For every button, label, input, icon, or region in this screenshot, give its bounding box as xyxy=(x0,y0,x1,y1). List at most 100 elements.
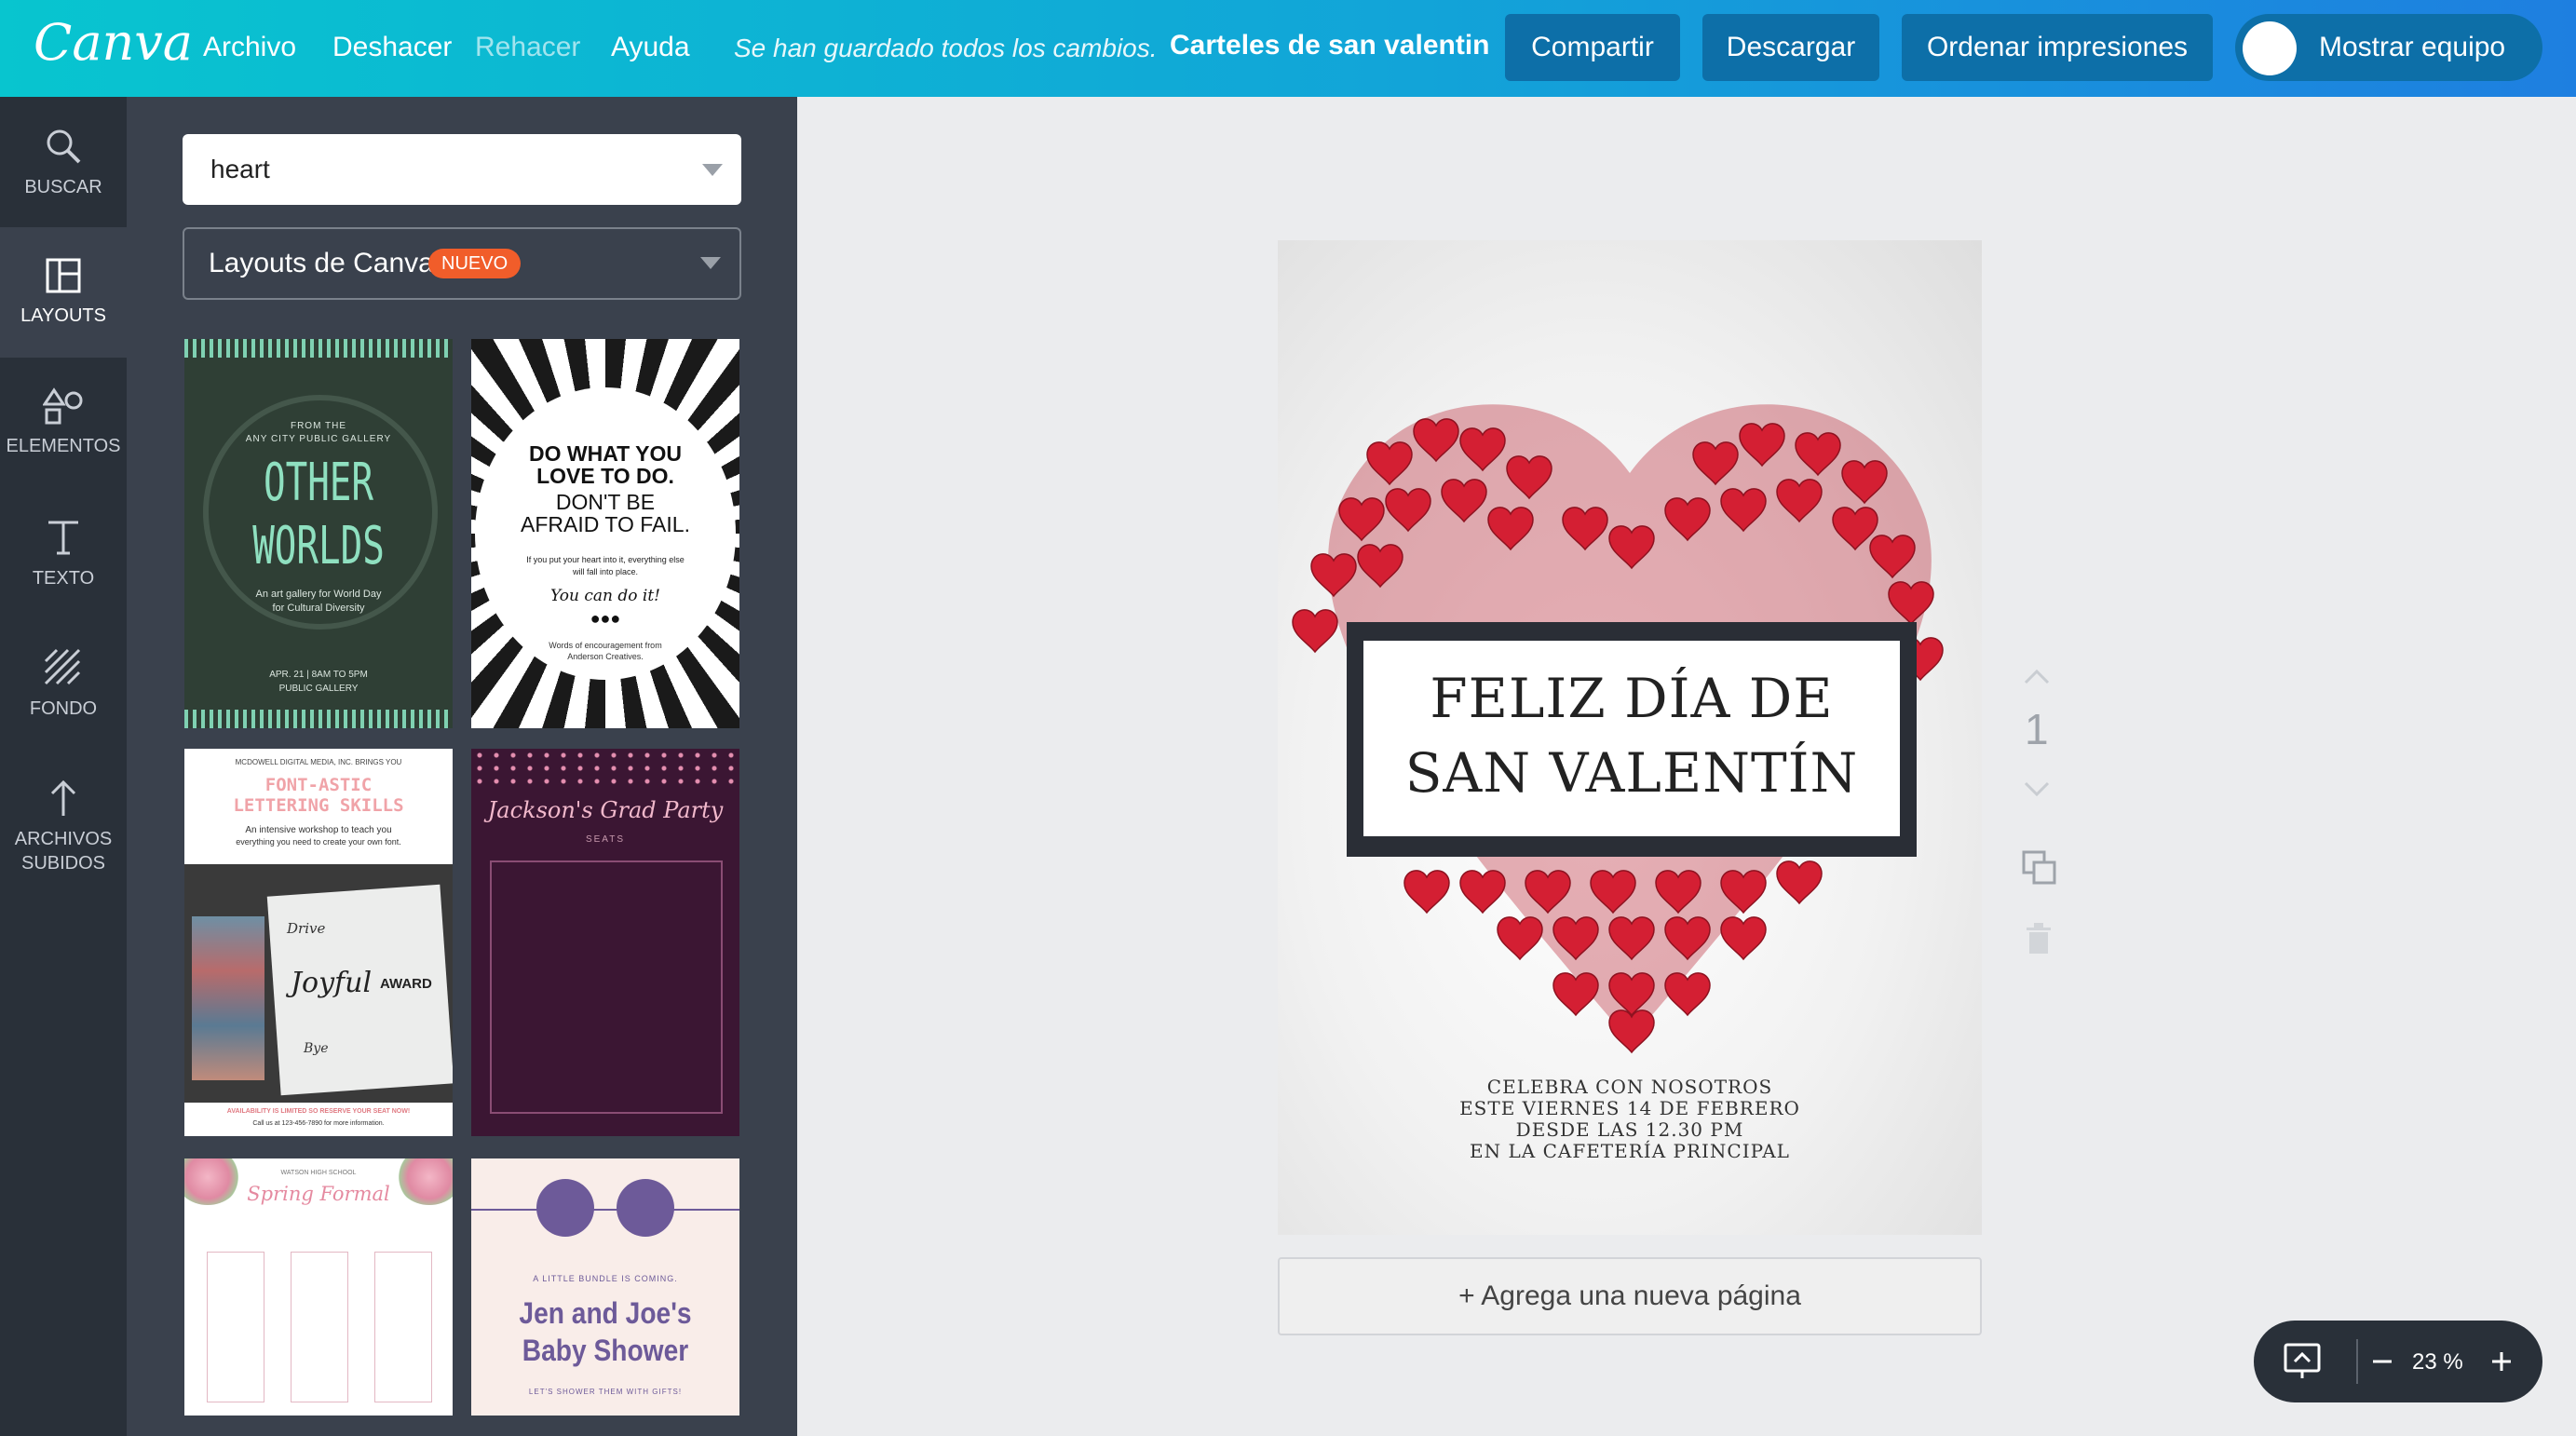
event-details[interactable]: CELEBRA CON NOSOTROS ESTE VIERNES 14 DE … xyxy=(1278,1077,1982,1162)
menu-rehacer[interactable]: Rehacer xyxy=(475,32,580,63)
template-title-4: AFRAID TO FAIL. xyxy=(521,512,690,536)
template-top: WATSON HIGH SCHOOL xyxy=(280,1170,357,1176)
details-line: CELEBRA CON NOSOTROS xyxy=(1486,1076,1773,1098)
template-title-2: LOVE TO DO. xyxy=(536,464,674,488)
trash-icon[interactable] xyxy=(2025,922,2053,955)
confetti-dots xyxy=(471,749,739,786)
template-script: You can do it! xyxy=(550,587,660,605)
sidebar-item-archivos-subidos[interactable]: ARCHIVOS SUBIDOS xyxy=(0,749,127,898)
template-sub-1: An art gallery for World Day xyxy=(255,589,382,600)
details-line: ESTE VIERNES 14 DE FEBRERO xyxy=(1459,1097,1800,1119)
zoom-level: 23 % xyxy=(2412,1349,2463,1375)
title-text-box[interactable]: FELIZ DÍA DE SAN VALENTÍN xyxy=(1347,622,1917,857)
template-sub-2: for Cultural Diversity xyxy=(272,603,365,614)
template-title-1: OTHER xyxy=(263,453,373,513)
template-spring-formal[interactable]: WATSON HIGH SCHOOL Spring Formal xyxy=(184,1158,453,1416)
avatar xyxy=(2243,21,2297,75)
template-top: A LITTLE BUNDLE IS COMING. xyxy=(533,1274,678,1283)
template-top: FROM THE xyxy=(290,421,347,431)
template-other-worlds[interactable]: FROM THE ANY CITY PUBLIC GALLERY OTHER W… xyxy=(184,339,453,728)
sidebar-item-texto[interactable]: TEXTO xyxy=(0,488,127,618)
template-top-2: ANY CITY PUBLIC GALLERY xyxy=(245,434,392,444)
canva-logo[interactable]: Canva xyxy=(34,13,193,72)
lettering-word: Joyful xyxy=(291,967,373,999)
template-foot-2: Anderson Creatives. xyxy=(567,652,644,661)
search-value: heart xyxy=(210,155,270,183)
search-input[interactable]: heart xyxy=(183,134,741,205)
template-title: Jackson's Grad Party xyxy=(487,797,724,823)
layout-source-select[interactable]: Layouts de Canva NUEVO xyxy=(183,227,741,300)
seating-grid xyxy=(490,860,723,1114)
show-team-label: Mostrar equipo xyxy=(2319,32,2506,62)
template-title-1: DO WHAT YOU xyxy=(529,441,682,466)
baby-face-icon xyxy=(617,1179,674,1237)
text-icon xyxy=(48,521,78,555)
show-team-button[interactable]: Mostrar equipo xyxy=(2235,14,2542,81)
template-foot: LET'S SHOWER THEM WITH GIFTS! xyxy=(528,1388,683,1396)
elements-icon xyxy=(43,387,83,425)
template-sub-2: will fall into place. xyxy=(572,567,639,576)
new-badge: NUEVO xyxy=(428,249,522,278)
menu-archivo[interactable]: Archivo xyxy=(203,32,296,63)
saved-status: Se han guardado todos los cambios. xyxy=(734,34,1158,62)
template-sub-1: An intensive workshop to teach you xyxy=(245,825,392,835)
divider xyxy=(471,1209,739,1211)
sidebar-label: LAYOUTS xyxy=(20,305,106,326)
lettering-word: AWARD xyxy=(380,976,432,992)
dots-icon: ●●● xyxy=(590,609,621,628)
sidebar-label: SUBIDOS xyxy=(20,853,106,874)
layouts-icon xyxy=(46,258,81,293)
title-text-inner: FELIZ DÍA DE SAN VALENTÍN xyxy=(1363,641,1900,836)
canvas-title-line-2[interactable]: SAN VALENTÍN xyxy=(1363,741,1900,805)
table-card xyxy=(374,1252,432,1402)
chevron-down-icon[interactable] xyxy=(702,164,723,176)
details-line: DESDE LAS 12.30 PM xyxy=(1515,1118,1744,1141)
template-baby-shower[interactable]: A LITTLE BUNDLE IS COMING. Jen and Joe's… xyxy=(471,1158,739,1416)
template-fontastic[interactable]: MCDOWELL DIGITAL MEDIA, INC. BRINGS YOU … xyxy=(184,749,453,1136)
table-card xyxy=(291,1252,348,1402)
template-grad-party[interactable]: Jackson's Grad Party SEATS xyxy=(471,749,739,1136)
lettering-word: Drive xyxy=(287,920,326,937)
template-top: MCDOWELL DIGITAL MEDIA, INC. BRINGS YOU xyxy=(235,758,402,766)
canvas-title-line-1[interactable]: FELIZ DÍA DE xyxy=(1363,667,1900,730)
workshop-photo: Drive Joyful AWARD Bye xyxy=(184,864,453,1103)
download-button[interactable]: Descargar xyxy=(1702,14,1879,81)
template-title-1: Jen and Joe's xyxy=(519,1296,692,1330)
zoom-in-icon[interactable] xyxy=(2488,1348,2515,1375)
template-foot-2: Call us at 123-456-7890 for more informa… xyxy=(252,1120,385,1127)
sidebar-label: ELEMENTOS xyxy=(6,436,121,456)
sidebar-label: FONDO xyxy=(29,698,98,719)
order-prints-button[interactable]: Ordenar impresiones xyxy=(1902,14,2213,81)
menu-deshacer[interactable]: Deshacer xyxy=(332,32,452,63)
menu-ayuda[interactable]: Ayuda xyxy=(611,32,690,63)
document-title[interactable]: Carteles de san valentin xyxy=(1170,30,1489,61)
chevron-down-icon[interactable] xyxy=(2023,780,2051,799)
template-do-what-you-love[interactable]: DO WHAT YOU LOVE TO DO. DON'T BE AFRAID … xyxy=(471,339,739,728)
sidebar-label: BUSCAR xyxy=(24,177,102,197)
layout-source-label: Layouts de Canva xyxy=(209,248,434,278)
sidebar-item-elementos[interactable]: ELEMENTOS xyxy=(0,358,127,488)
lettering-word: Bye xyxy=(304,1041,329,1056)
share-button[interactable]: Compartir xyxy=(1505,14,1680,81)
onesie-icon xyxy=(536,1179,594,1237)
copy-page-icon[interactable] xyxy=(2021,849,2058,887)
page-number: 1 xyxy=(2025,705,2049,753)
chevron-up-icon[interactable] xyxy=(2023,667,2051,685)
upload-icon xyxy=(50,779,76,816)
paint-palette xyxy=(192,916,264,1080)
template-sub-1: If you put your heart into it, everythin… xyxy=(526,555,685,564)
sidebar-label: TEXTO xyxy=(32,568,95,589)
background-icon xyxy=(44,648,81,685)
sidebar-item-layouts[interactable]: LAYOUTS xyxy=(0,227,127,358)
sidebar-item-fondo[interactable]: FONDO xyxy=(0,618,127,749)
template-foot-1: AVAILABILITY IS LIMITED SO RESERVE YOUR … xyxy=(226,1108,411,1115)
zoom-out-icon[interactable] xyxy=(2369,1348,2395,1375)
stripe-bottom xyxy=(184,710,453,728)
sidebar-item-buscar[interactable]: BUSCAR xyxy=(0,97,127,227)
zoom-control: 23 % xyxy=(2254,1321,2542,1402)
present-icon[interactable] xyxy=(2282,1341,2325,1382)
chevron-down-icon[interactable] xyxy=(700,257,721,269)
template-title-2: WORLDS xyxy=(252,516,385,576)
template-title: Spring Formal xyxy=(247,1183,390,1205)
add-page-button[interactable]: + Agrega una nueva página xyxy=(1278,1257,1982,1335)
